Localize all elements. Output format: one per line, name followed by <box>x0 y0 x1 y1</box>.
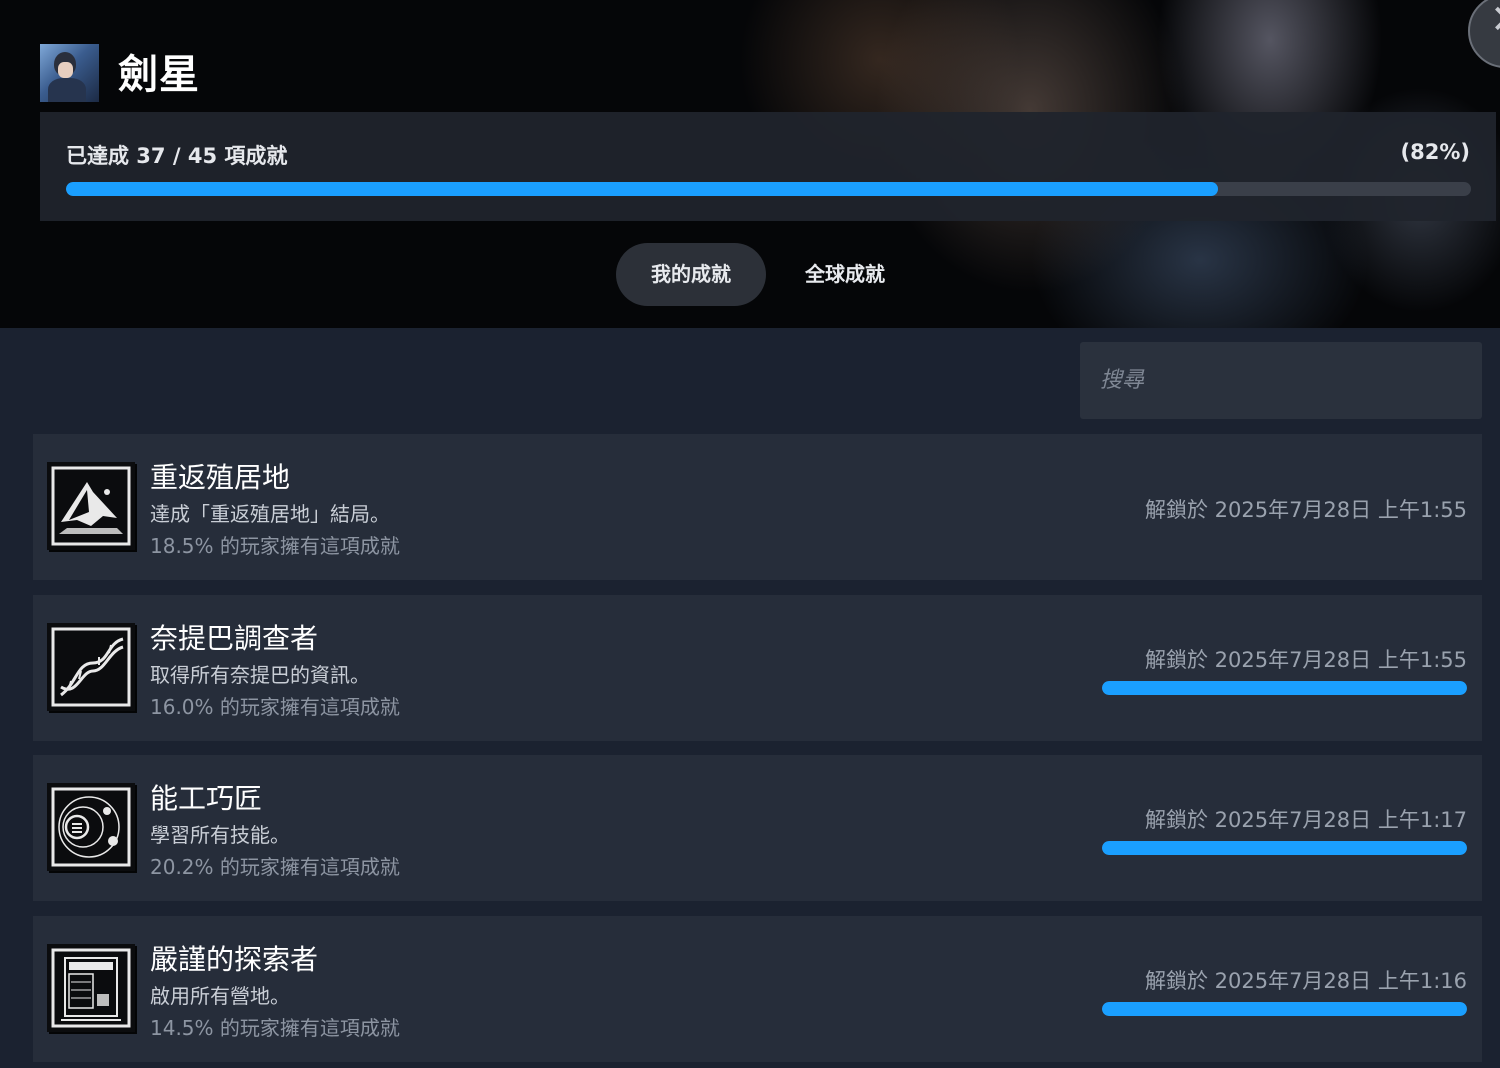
achievement-progress-fill <box>1102 1002 1467 1016</box>
achievement-row[interactable]: 奈提巴調查者 取得所有奈提巴的資訊。 16.0% 的玩家擁有這項成就 解鎖於 2… <box>33 595 1482 741</box>
achievement-global-percent: 18.5% 的玩家擁有這項成就 <box>150 534 400 558</box>
achievement-unlock-date: 解鎖於 2025年7月28日 上午1:17 <box>1144 808 1467 832</box>
progress-bar-fill <box>66 182 1219 196</box>
achievement-row[interactable]: 嚴謹的探索者 啟用所有營地。 14.5% 的玩家擁有這項成就 解鎖於 2025年… <box>33 916 1482 1062</box>
game-cover-icon <box>40 44 99 102</box>
progress-summary: 已達成 37 / 45 項成就 <box>66 144 288 168</box>
progress-percent: (82%) <box>1400 140 1470 164</box>
tab-my-achievements[interactable]: 我的成就 <box>616 243 766 306</box>
achievement-progress-fill <box>1102 681 1467 695</box>
achievement-name: 重返殖居地 <box>150 461 291 494</box>
achievement-row[interactable]: 能工巧匠 學習所有技能。 20.2% 的玩家擁有這項成就 解鎖於 2025年7月… <box>33 755 1482 901</box>
achievement-description: 啟用所有營地。 <box>150 984 290 1008</box>
progress-bar <box>66 182 1471 196</box>
camp-terminal-icon <box>47 944 135 1032</box>
dna-helix-icon <box>47 623 135 711</box>
close-icon[interactable]: ✕ <box>1490 0 1500 40</box>
achievement-description: 達成「重返殖居地」結局。 <box>150 502 390 526</box>
achievements-window: ✕ 劍星 已達成 37 / 45 項成就 (82%) 我的成就 全球成就 <box>0 0 1500 1068</box>
achievement-description: 學習所有技能。 <box>150 823 290 847</box>
achievement-row[interactable]: 重返殖居地 達成「重返殖居地」結局。 18.5% 的玩家擁有這項成就 解鎖於 2… <box>33 434 1482 580</box>
header-background: ✕ 劍星 已達成 37 / 45 項成就 (82%) 我的成就 全球成就 <box>0 0 1500 328</box>
skill-orbit-icon <box>47 783 135 871</box>
achievement-unlock-date: 解鎖於 2025年7月28日 上午1:55 <box>1144 648 1467 672</box>
achievement-progress-bar <box>1102 681 1467 695</box>
game-title: 劍星 <box>118 52 200 98</box>
search-field[interactable] <box>1080 342 1482 419</box>
close-button[interactable]: ✕ <box>1468 0 1500 68</box>
achievement-global-percent: 16.0% 的玩家擁有這項成就 <box>150 695 400 719</box>
colony-ship-icon <box>47 462 135 550</box>
achievement-progress-panel: 已達成 37 / 45 項成就 (82%) <box>40 112 1496 221</box>
achievement-global-percent: 20.2% 的玩家擁有這項成就 <box>150 855 400 879</box>
achievement-global-percent: 14.5% 的玩家擁有這項成就 <box>150 1016 400 1040</box>
search-input[interactable] <box>1080 342 1482 419</box>
achievement-name: 能工巧匠 <box>150 782 263 815</box>
achievement-progress-fill <box>1102 841 1467 855</box>
achievement-progress-bar <box>1102 1002 1467 1016</box>
tab-global-achievements[interactable]: 全球成就 <box>772 243 918 306</box>
achievement-description: 取得所有奈提巴的資訊。 <box>150 663 370 687</box>
achievement-name: 奈提巴調查者 <box>150 622 319 655</box>
achievement-unlock-date: 解鎖於 2025年7月28日 上午1:16 <box>1144 969 1467 993</box>
achievement-progress-bar <box>1102 841 1467 855</box>
achievement-unlock-date: 解鎖於 2025年7月28日 上午1:55 <box>1144 498 1467 522</box>
achievement-name: 嚴謹的探索者 <box>150 943 319 976</box>
